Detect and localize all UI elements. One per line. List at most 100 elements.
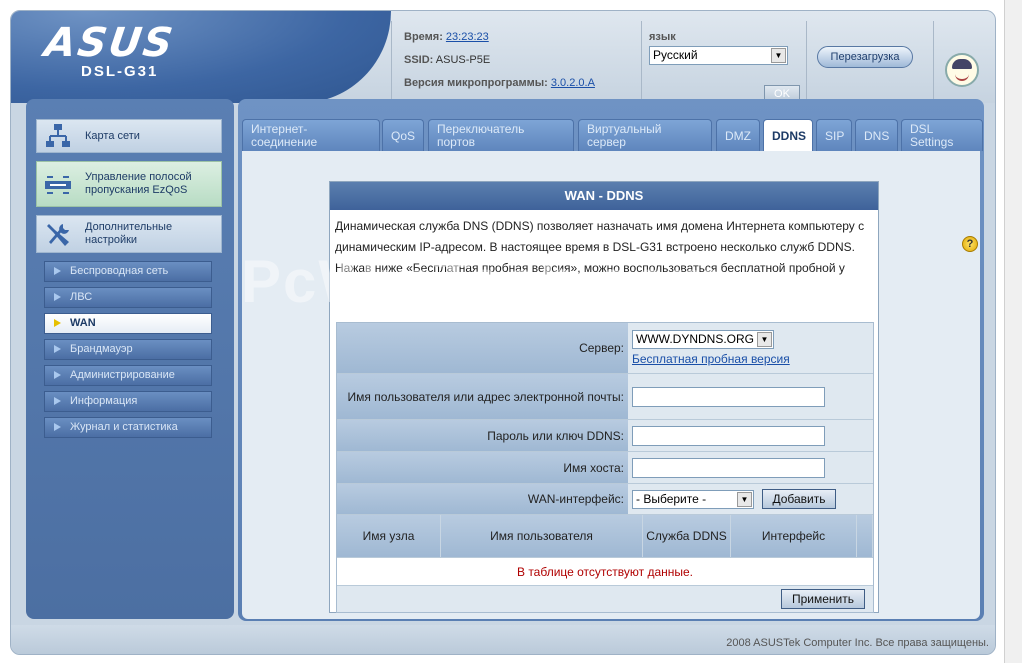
sidebar-item-advanced[interactable]: Дополнительные настройки xyxy=(36,215,222,253)
language-select[interactable]: Русский ▼ xyxy=(649,46,788,65)
hostname-label: Имя хоста: xyxy=(337,452,628,483)
wan-interface-row: WAN-интерфейс: - Выберите - ▼ Добавить xyxy=(337,484,873,515)
page-scrollbar[interactable] xyxy=(1004,0,1022,663)
arrow-right-icon xyxy=(54,319,61,327)
wan-interface-cell: - Выберите - ▼ Добавить xyxy=(628,484,873,514)
hostname-row: Имя хоста: xyxy=(337,452,873,484)
sidebar-item-label: Администрирование xyxy=(70,369,175,381)
time-link[interactable]: 23:23:23 xyxy=(446,31,489,43)
sidebar-item-wireless[interactable]: Беспроводная сеть xyxy=(44,261,212,282)
apply-button[interactable]: Применить xyxy=(781,589,865,609)
password-input[interactable] xyxy=(632,425,825,446)
server-select[interactable]: WWW.DYNDNS.ORG ▼ xyxy=(632,330,774,349)
sidebar-item-firewall[interactable]: Брандмауэр xyxy=(44,339,212,360)
main-area: Интернет-соединение QoS Переключатель по… xyxy=(238,99,984,621)
server-row: Сервер: WWW.DYNDNS.ORG ▼ Бесплатная проб… xyxy=(337,323,873,374)
tab-sip[interactable]: SIP xyxy=(816,119,852,151)
sidebar-item-ezqos[interactable]: Управление полосой пропускания EzQoS xyxy=(36,161,222,207)
sidebar-item-label: Журнал и статистика xyxy=(70,421,178,433)
password-row: Пароль или ключ DDNS: xyxy=(337,420,873,452)
column-header xyxy=(857,515,873,557)
username-label: Имя пользователя или адрес электронной п… xyxy=(337,374,628,419)
server-cell: WWW.DYNDNS.ORG ▼ Бесплатная пробная верс… xyxy=(628,323,873,373)
tab-dsl-settings[interactable]: DSL Settings xyxy=(901,119,983,151)
ddns-table-header: Имя узла Имя пользователя Служба DDNS Ин… xyxy=(337,515,873,558)
username-cell xyxy=(628,374,873,419)
server-value: WWW.DYNDNS.ORG xyxy=(636,332,754,346)
tab-internet-connection[interactable]: Интернет-соединение xyxy=(242,119,380,151)
arrow-right-icon xyxy=(54,371,61,379)
wan-interface-select[interactable]: - Выберите - ▼ xyxy=(632,489,754,509)
footer: 2008 ASUSTek Computer Inc. Все права защ… xyxy=(11,625,995,654)
server-label: Сервер: xyxy=(337,323,628,373)
empty-table-message: В таблице отсутствуют данные. xyxy=(337,558,873,586)
ddns-panel: WAN - DDNS Динамическая служба DNS (DDNS… xyxy=(329,181,879,613)
password-cell xyxy=(628,420,873,451)
add-button[interactable]: Добавить xyxy=(762,489,836,509)
watermark: PcWinTech.com xyxy=(241,248,726,315)
sidebar-item-label: Управление полосой пропускания EzQoS xyxy=(85,171,192,196)
sidebar-item-lan[interactable]: ЛВС xyxy=(44,287,212,308)
arrow-right-icon xyxy=(54,345,61,353)
logo-area: ASUS DSL-G31 xyxy=(11,11,391,103)
language-value: Русский xyxy=(653,48,698,62)
model-name: DSL-G31 xyxy=(81,63,159,80)
tab-content: ? WAN - DDNS Динамическая служба DNS (DD… xyxy=(242,151,980,619)
router-ui-frame: ASUS DSL-G31 Время: 23:23:23 SSID: ASUS-… xyxy=(10,10,996,655)
bandwidth-icon xyxy=(45,176,71,194)
sidebar-item-label: Информация xyxy=(70,395,138,407)
username-row: Имя пользователя или адрес электронной п… xyxy=(337,374,873,420)
copyright-text: 2008 ASUSTek Computer Inc. Все права защ… xyxy=(726,637,989,649)
chevron-down-icon: ▼ xyxy=(737,491,752,507)
column-header: Имя пользователя xyxy=(441,515,643,557)
sidebar-item-label: Карта сети xyxy=(85,129,140,142)
sidebar-item-log[interactable]: Журнал и статистика xyxy=(44,417,212,438)
tab-dns[interactable]: DNS xyxy=(855,119,898,151)
sidebar-item-administration[interactable]: Администрирование xyxy=(44,365,212,386)
firmware-link[interactable]: 3.0.2.0.A xyxy=(551,77,595,89)
tab-dmz[interactable]: DMZ xyxy=(716,119,760,151)
panel-title: WAN - DDNS xyxy=(330,182,878,210)
username-input[interactable] xyxy=(632,386,825,407)
sidebar-item-network-map[interactable]: Карта сети xyxy=(36,119,222,153)
wan-interface-value: - Выберите - xyxy=(636,491,707,506)
firmware-label: Версия микропрограммы: xyxy=(404,77,548,89)
apply-row: Применить xyxy=(337,586,873,612)
chevron-down-icon: ▼ xyxy=(771,48,786,63)
tab-qos[interactable]: QoS xyxy=(382,119,424,151)
chevron-down-icon: ▼ xyxy=(757,332,772,347)
time-row: Время: 23:23:23 xyxy=(404,29,634,52)
asus-logo: ASUS xyxy=(41,20,178,66)
arrow-right-icon xyxy=(54,397,61,405)
hostname-cell xyxy=(628,452,873,483)
arrow-right-icon xyxy=(54,423,61,431)
tab-port-switch[interactable]: Переключатель портов xyxy=(428,119,574,151)
tab-ddns[interactable]: DDNS xyxy=(763,119,813,151)
ssid-value: ASUS-P5E xyxy=(435,54,491,66)
sidebar-item-label: Брандмауэр xyxy=(70,343,133,355)
language-label: язык xyxy=(649,31,676,43)
sidebar-item-label: Беспроводная сеть xyxy=(70,265,169,277)
column-header: Интерфейс xyxy=(731,515,857,557)
free-trial-link[interactable]: Бесплатная пробная версия xyxy=(632,352,869,366)
ddns-form: Сервер: WWW.DYNDNS.ORG ▼ Бесплатная проб… xyxy=(336,322,874,613)
tab-virtual-server[interactable]: Виртуальный сервер xyxy=(578,119,712,151)
ssid-label: SSID: xyxy=(404,54,434,66)
network-map-icon xyxy=(46,124,70,147)
hostname-input[interactable] xyxy=(632,457,825,478)
language-block: язык Русский ▼ OK xyxy=(649,31,800,104)
sidebar-item-information[interactable]: Информация xyxy=(44,391,212,412)
header-divider xyxy=(933,21,934,99)
password-label: Пароль или ключ DDNS: xyxy=(337,420,628,451)
reboot-button[interactable]: Перезагрузка xyxy=(817,46,913,68)
column-header: Служба DDNS xyxy=(643,515,731,557)
header-divider xyxy=(391,21,392,99)
arrow-right-icon xyxy=(54,293,61,301)
wan-interface-label: WAN-интерфейс: xyxy=(337,484,628,514)
sidebar-item-label: ЛВС xyxy=(70,291,93,303)
help-icon[interactable]: ? xyxy=(962,236,978,252)
sidebar-item-wan[interactable]: WAN xyxy=(44,313,212,334)
mascot-icon xyxy=(945,53,979,87)
arrow-right-icon xyxy=(54,267,61,275)
sidebar: Карта сети Управление полосой пропускани… xyxy=(26,99,234,619)
